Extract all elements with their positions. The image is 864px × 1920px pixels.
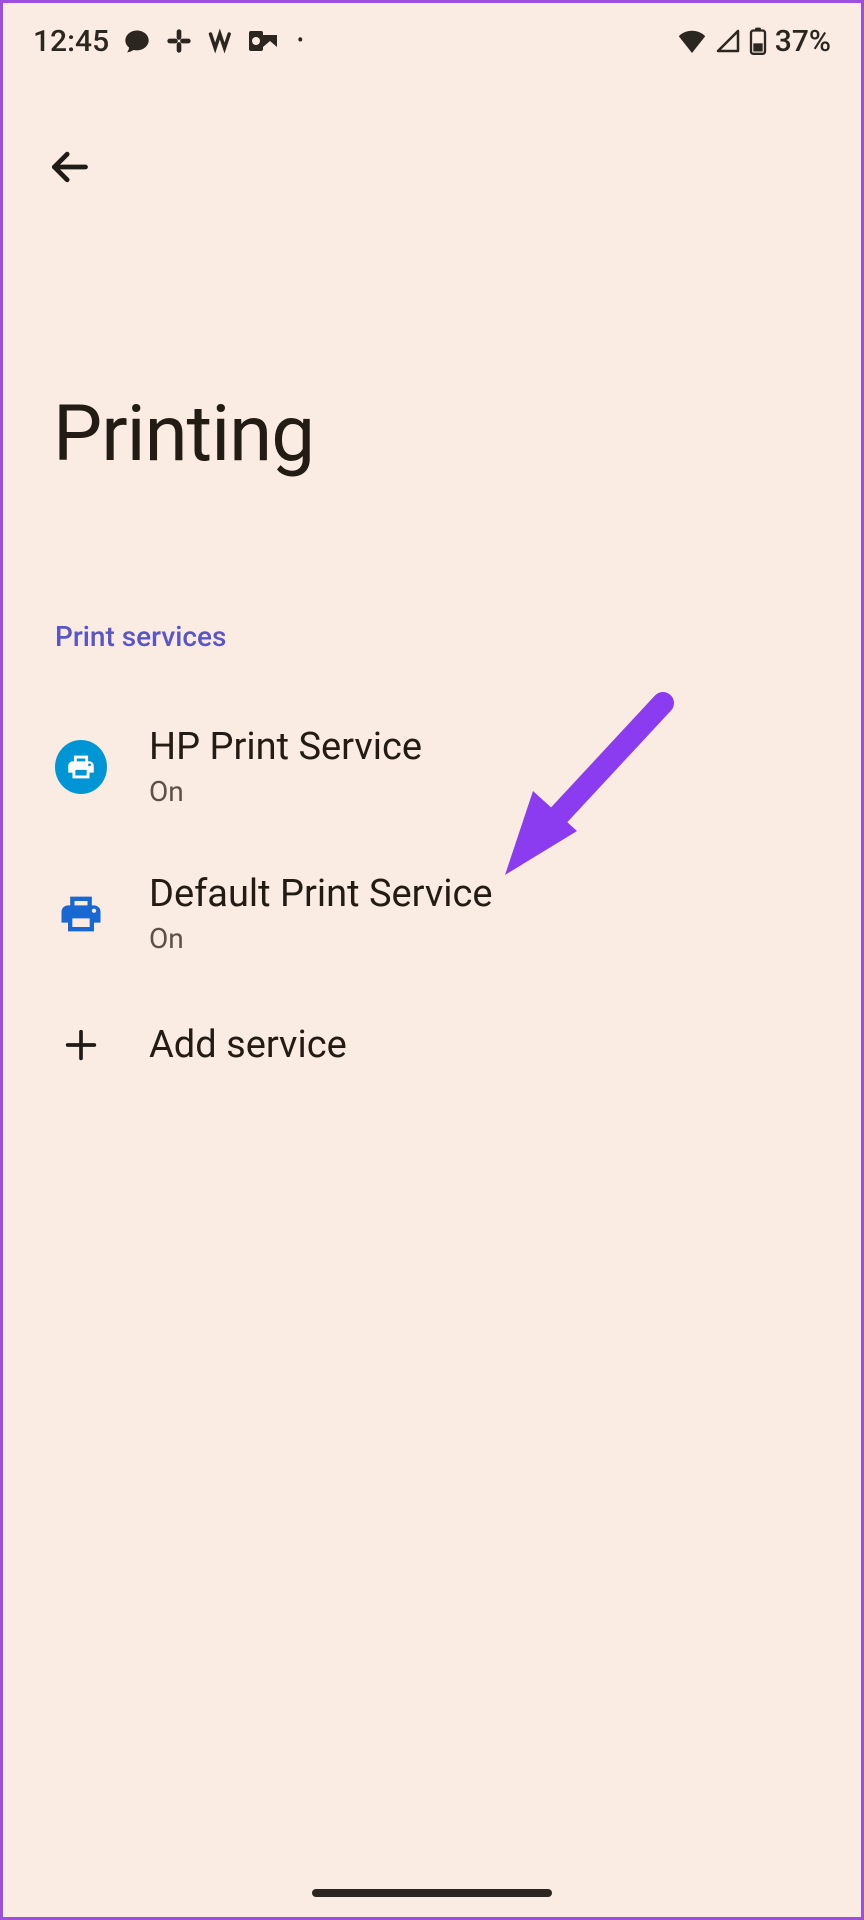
status-right: 37%: [677, 24, 831, 59]
service-status: On: [149, 775, 422, 808]
service-item-default[interactable]: Default Print Service On: [3, 840, 861, 987]
app-icon-1: [207, 27, 235, 55]
add-service-button[interactable]: Add service: [3, 987, 861, 1103]
plus-icon: [55, 1019, 107, 1071]
print-services-list: HP Print Service On Default Print Servic…: [3, 653, 861, 1103]
battery-percentage: 37%: [775, 24, 831, 59]
page-title: Printing: [3, 199, 861, 480]
status-bar: 12:45 • 37%: [3, 3, 861, 75]
service-status: On: [149, 922, 493, 955]
printer-icon: [55, 888, 107, 940]
slack-icon: [165, 27, 193, 55]
service-item-hp[interactable]: HP Print Service On: [3, 693, 861, 840]
signal-icon: [715, 29, 741, 53]
more-notifications-icon: •: [297, 32, 303, 50]
chat-icon: [123, 27, 151, 55]
status-time: 12:45: [33, 24, 109, 59]
arrow-back-icon: [47, 145, 91, 189]
gesture-nav-handle[interactable]: [312, 1889, 552, 1897]
back-button[interactable]: [37, 135, 101, 199]
service-title: HP Print Service: [149, 725, 422, 769]
app-bar: [3, 75, 861, 199]
service-title: Default Print Service: [149, 872, 493, 916]
outlook-icon: [249, 29, 279, 53]
wifi-icon: [677, 29, 707, 53]
add-service-label: Add service: [149, 1023, 347, 1067]
status-left: 12:45 •: [33, 24, 303, 59]
battery-icon: [749, 27, 767, 55]
hp-print-icon: [55, 741, 107, 793]
section-header-print-services: Print services: [3, 480, 861, 653]
